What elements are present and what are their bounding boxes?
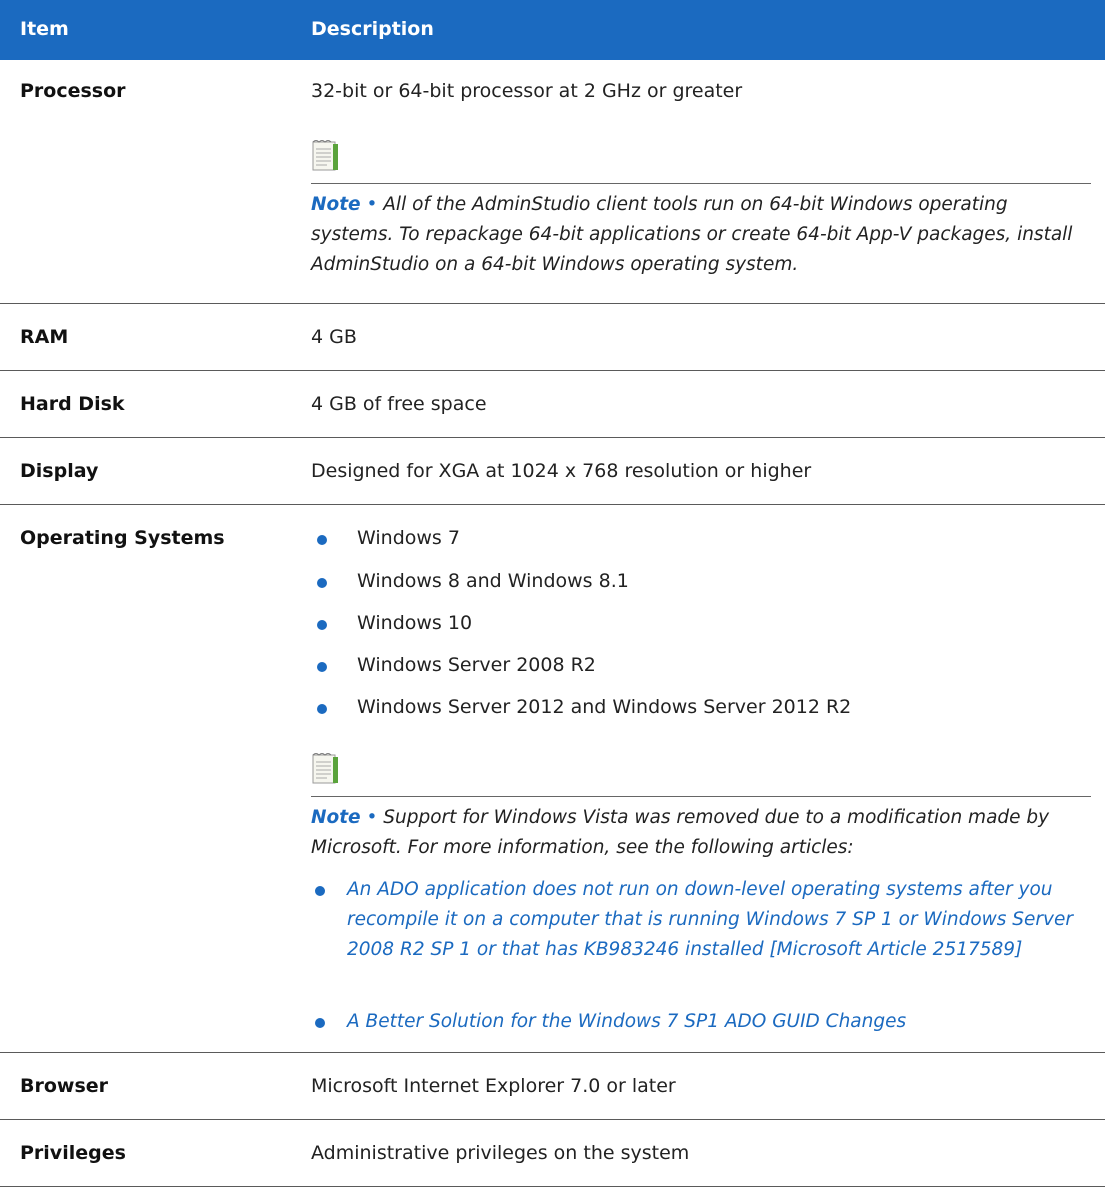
row-ram: RAM 4 GB bbox=[0, 304, 1105, 371]
row-label: Hard Disk bbox=[20, 393, 125, 415]
header-item: Item bbox=[20, 18, 69, 40]
row-browser: Browser Microsoft Internet Explorer 7.0 … bbox=[0, 1053, 1105, 1120]
article-link-ado[interactable]: An ADO application does not run on down-… bbox=[347, 875, 1097, 965]
note-text: All of the AdminStudio client tools run … bbox=[311, 194, 1073, 275]
row-value: 32-bit or 64-bit processor at 2 GHz or g… bbox=[311, 80, 743, 102]
note-separator: • bbox=[360, 807, 384, 828]
processor-note: Note • All of the AdminStudio client too… bbox=[311, 190, 1091, 280]
row-label: Browser bbox=[20, 1075, 109, 1097]
table-header: Item Description bbox=[0, 0, 1105, 60]
header-description: Description bbox=[311, 18, 434, 40]
os-list-item: Windows 8 and Windows 8.1 bbox=[357, 570, 629, 592]
os-note: Note • Support for Windows Vista was rem… bbox=[311, 803, 1091, 863]
row-label: Operating Systems bbox=[20, 527, 225, 549]
row-hard-disk: Hard Disk 4 GB of free space bbox=[0, 371, 1105, 438]
os-list-item: Windows Server 2008 R2 bbox=[357, 654, 596, 676]
notepad-icon bbox=[312, 753, 338, 784]
row-value: Administrative privileges on the system bbox=[311, 1142, 690, 1164]
note-label: Note bbox=[311, 194, 361, 215]
note-divider bbox=[311, 796, 1091, 797]
row-processor: Processor 32-bit or 64-bit processor at … bbox=[0, 60, 1105, 304]
row-label: Display bbox=[20, 460, 99, 482]
row-label: RAM bbox=[20, 326, 69, 348]
bullet-icon bbox=[317, 535, 327, 545]
bullet-icon bbox=[317, 704, 327, 714]
row-operating-systems: Operating Systems Windows 7 Windows 8 an… bbox=[0, 505, 1105, 1053]
os-list-item: Windows 7 bbox=[357, 527, 460, 549]
row-label: Privileges bbox=[20, 1142, 126, 1164]
os-list-item: Windows 10 bbox=[357, 612, 473, 634]
note-divider bbox=[311, 183, 1091, 184]
bullet-icon bbox=[317, 662, 327, 672]
row-privileges: Privileges Administrative privileges on … bbox=[0, 1120, 1105, 1187]
note-separator: • bbox=[360, 194, 384, 215]
bullet-icon bbox=[317, 620, 327, 630]
bullet-icon bbox=[315, 886, 325, 896]
os-list-item: Windows Server 2012 and Windows Server 2… bbox=[357, 696, 852, 718]
note-text: Support for Windows Vista was removed du… bbox=[311, 807, 1050, 858]
row-value: Microsoft Internet Explorer 7.0 or later bbox=[311, 1075, 676, 1097]
bullet-icon bbox=[315, 1018, 325, 1028]
article-link-better-solution[interactable]: A Better Solution for the Windows 7 SP1 … bbox=[347, 1007, 1097, 1037]
row-display: Display Designed for XGA at 1024 x 768 r… bbox=[0, 438, 1105, 505]
row-value: 4 GB bbox=[311, 326, 357, 348]
row-value: Designed for XGA at 1024 x 768 resolutio… bbox=[311, 460, 812, 482]
bullet-icon bbox=[317, 578, 327, 588]
row-value: 4 GB of free space bbox=[311, 393, 487, 415]
row-label: Processor bbox=[20, 80, 126, 102]
note-label: Note bbox=[311, 807, 361, 828]
notepad-icon bbox=[312, 140, 338, 171]
